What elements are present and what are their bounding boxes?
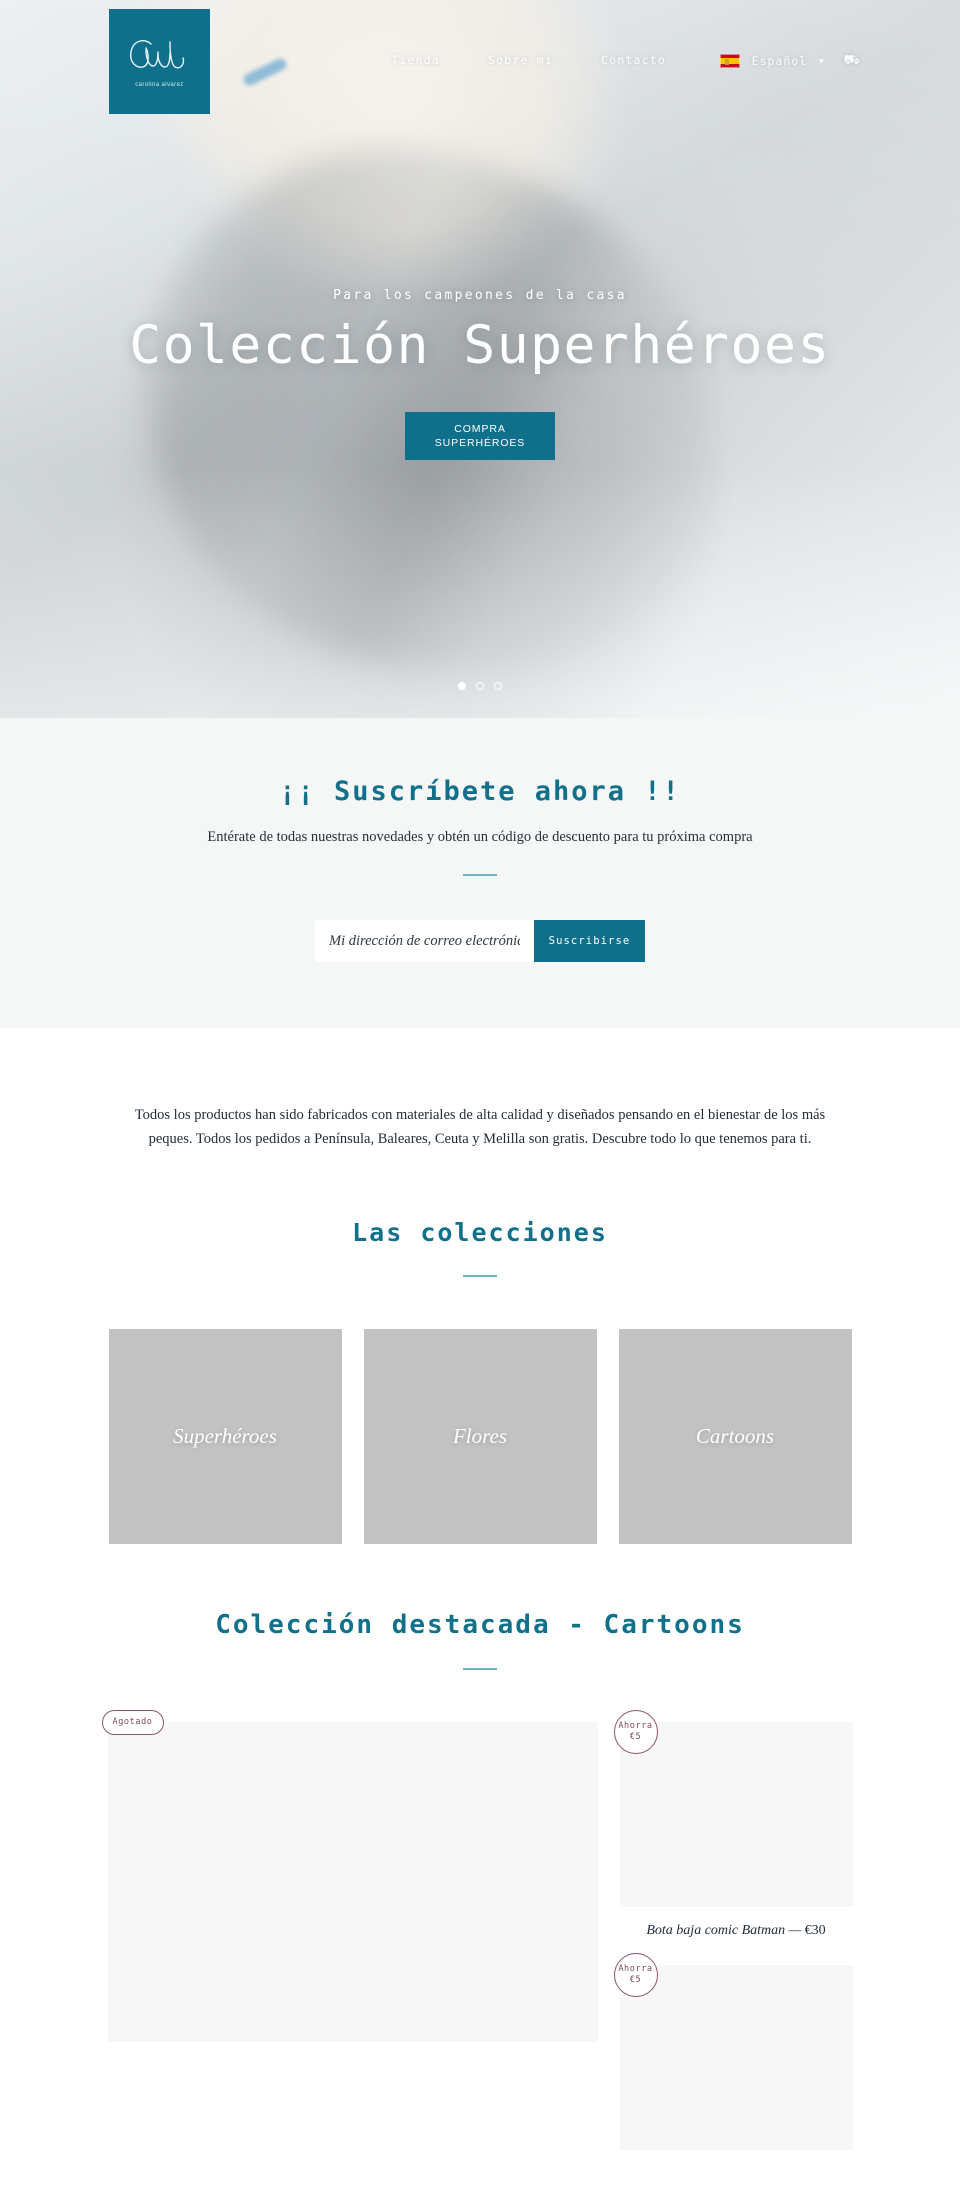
discount-badge-line2: €5 — [629, 1974, 642, 1985]
product-image[interactable] — [619, 1964, 853, 2150]
chevron-down-icon[interactable]: ▾ — [819, 56, 824, 67]
featured-collection-section: Colección destacada - Cartoons Agotado A… — [0, 1610, 960, 2190]
newsletter-email-input[interactable] — [315, 920, 534, 962]
discount-badge-line1: Ahorra — [618, 1963, 653, 1974]
spain-flag-icon — [719, 54, 740, 68]
discount-badge: Ahorra €5 — [613, 1952, 658, 1997]
header-utilities: Español ▾ ⛟ — [719, 52, 860, 70]
newsletter-form: Suscribirse — [315, 920, 645, 962]
hero-cta-button[interactable]: COMPRA SUPERHÉROES — [405, 412, 555, 460]
newsletter-subtitle: Entérate de todas nuestras novedades y o… — [207, 829, 753, 845]
discount-badge-line1: Ahorra — [618, 1720, 653, 1731]
product-card[interactable]: Agotado — [101, 1709, 598, 2042]
newsletter-section: ¡¡ Suscríbete ahora !! Entérate de todas… — [0, 718, 960, 1028]
cart-icon[interactable]: ⛟ — [844, 52, 860, 70]
product-image[interactable] — [107, 1721, 598, 2042]
product-image[interactable] — [619, 1721, 853, 1907]
page-root: carolina alvarez Tienda Sobre mí Contact… — [0, 0, 960, 2190]
collection-card-flores[interactable]: Flores — [363, 1328, 597, 1544]
hero-dot-3[interactable] — [494, 682, 502, 690]
discount-badge-line2: €5 — [629, 1731, 642, 1742]
collection-label: Cartoons — [695, 1423, 775, 1448]
newsletter-title: ¡¡ Suscríbete ahora !! — [279, 776, 681, 807]
collection-label: Flores — [452, 1423, 508, 1448]
product-name: Bota baja comic Batman — [646, 1922, 786, 1938]
product-card[interactable]: Ahorra €5 Bota baja comic Batman — €30 — [613, 1709, 853, 1939]
collections-grid: Superhéroes Flores Cartoons — [0, 1328, 960, 1544]
discount-badge: Ahorra €5 — [613, 1709, 658, 1754]
hero-slider-dots — [0, 682, 960, 690]
hero-dot-2[interactable] — [476, 682, 484, 690]
featured-divider — [463, 1667, 497, 1670]
intro-paragraph: Todos los productos han sido fabricados … — [134, 1107, 826, 1147]
language-label[interactable]: Español — [752, 54, 807, 68]
collections-title: Las colecciones — [352, 1217, 608, 1247]
newsletter-divider — [463, 874, 497, 876]
collection-card-cartoons[interactable]: Cartoons — [618, 1328, 852, 1544]
collections-divider — [463, 1274, 497, 1277]
collection-card-superheroes[interactable]: Superhéroes — [108, 1328, 342, 1544]
featured-product-grid: Agotado Ahorra €5 Bota baja comic Batman… — [0, 1709, 960, 2150]
product-card[interactable]: Ahorra €5 — [613, 1952, 853, 2150]
product-column: Ahorra €5 Bota baja comic Batman — €30 A… — [613, 1709, 853, 2150]
intro-section: Todos los productos han sido fabricados … — [0, 1028, 960, 1152]
nav-item-sobre-mi[interactable]: Sobre mí — [464, 53, 577, 67]
product-price: €30 — [804, 1922, 826, 1938]
site-logo[interactable]: carolina alvarez — [109, 9, 210, 114]
hero-dot-1[interactable] — [458, 682, 466, 690]
collections-section: Las colecciones Superhéroes Flores Carto… — [0, 1218, 960, 1544]
hero-cta-line2: SUPERHÉROES — [434, 437, 526, 449]
hero-kicker: Para los campeones de la casa — [333, 288, 627, 303]
nav-item-contacto[interactable]: Contacto — [577, 53, 690, 67]
newsletter-submit-button[interactable]: Suscribirse — [534, 920, 645, 962]
status-badge: Agotado — [101, 1709, 164, 1735]
product-meta: Bota baja comic Batman — €30 — [620, 1923, 853, 1939]
product-separator: — — [788, 1922, 802, 1938]
featured-title: Colección destacada - Cartoons — [215, 1609, 745, 1640]
nav-item-tienda[interactable]: Tienda — [367, 53, 464, 67]
logo-subtitle: carolina alvarez — [135, 81, 184, 88]
logo-script-icon — [129, 39, 184, 68]
collection-label: Superhéroes — [173, 1423, 277, 1448]
hero-cta-line1: COMPRA — [454, 422, 506, 435]
hero-content: Para los campeones de la casa Colección … — [0, 288, 960, 460]
hero-slider: carolina alvarez Tienda Sobre mí Contact… — [0, 0, 960, 718]
site-header: carolina alvarez Tienda Sobre mí Contact… — [0, 0, 960, 120]
hero-title: Colección Superhéroes — [129, 315, 831, 376]
